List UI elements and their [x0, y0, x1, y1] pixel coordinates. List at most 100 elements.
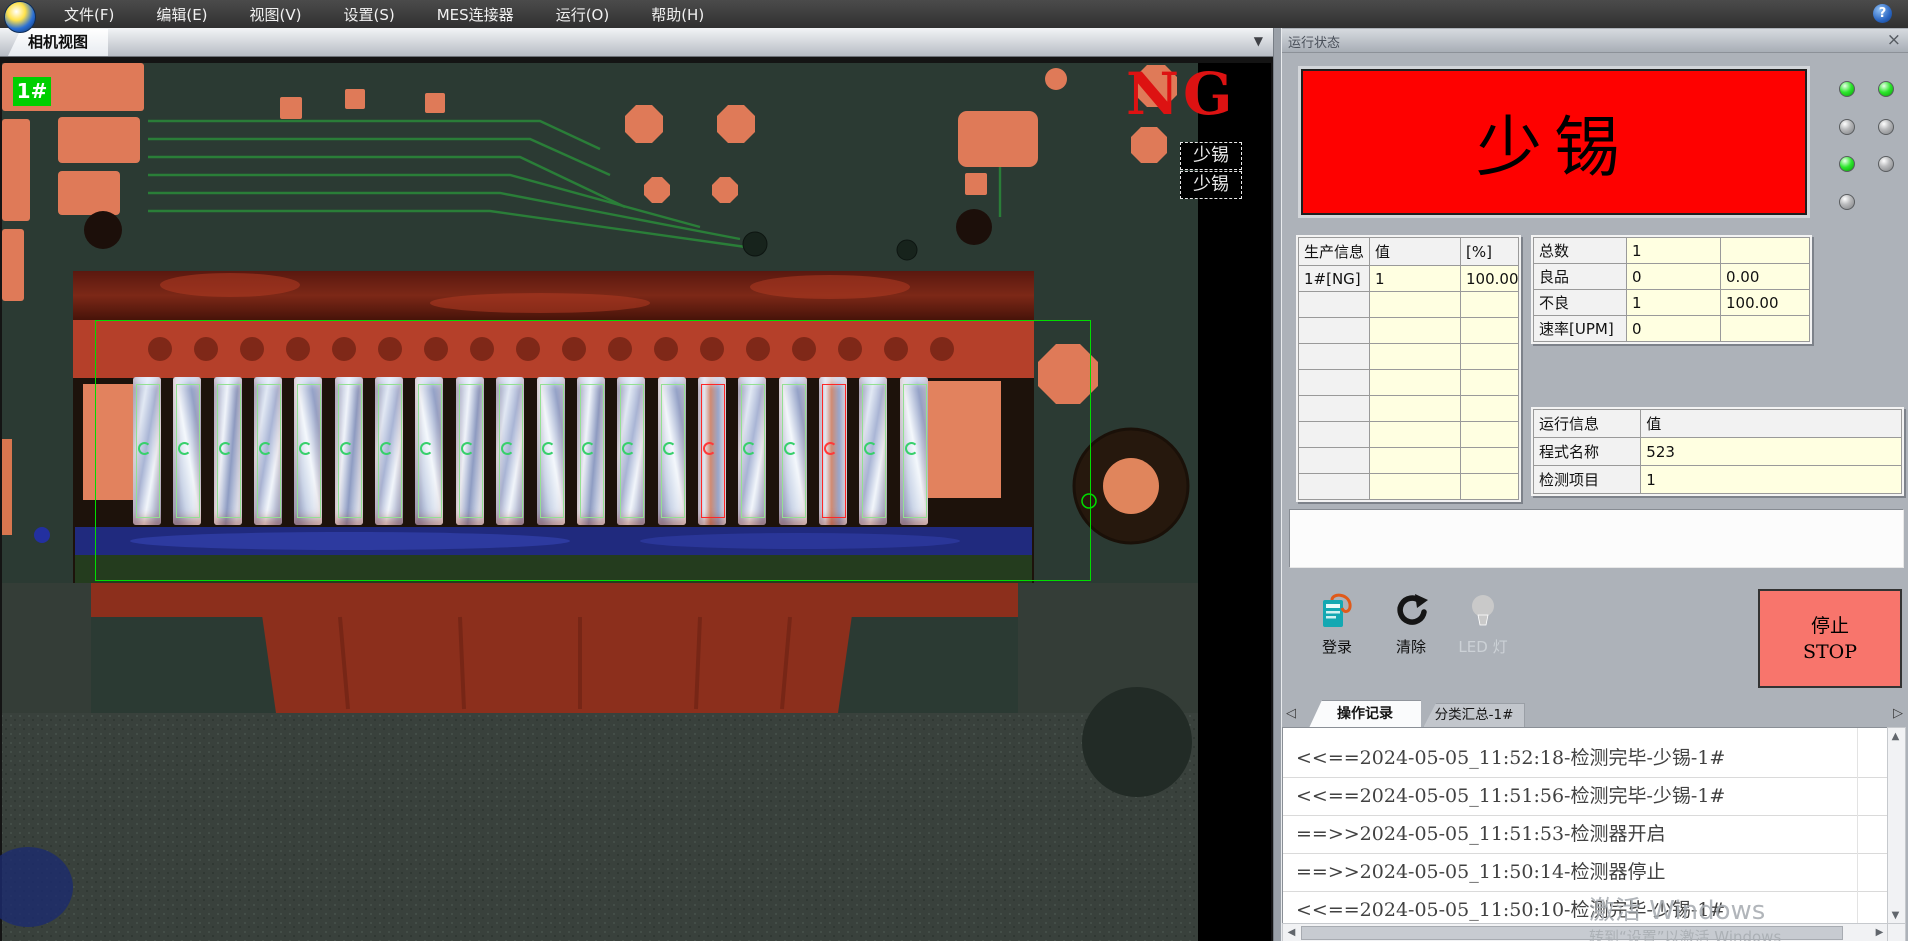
- table-row: [1299, 396, 1518, 421]
- table-cell: [1299, 344, 1369, 369]
- pad-marker-9: [461, 442, 474, 455]
- pad-marker-14: [663, 442, 676, 455]
- pad-marker-1: [138, 442, 151, 455]
- table-cell: [1370, 474, 1460, 499]
- table-row: [1299, 474, 1518, 499]
- log-tab-0[interactable]: 操作记录: [1309, 700, 1421, 728]
- panel-title-bar: 运行状态 ×: [1282, 29, 1908, 53]
- summary-count-table: 总数1良品00.00不良1100.00速率[UPM]0: [1531, 235, 1812, 344]
- table-row: 不良1100.00: [1534, 290, 1809, 315]
- log-entry: <<==2024-05-05_11:52:18-检测完毕-少锡-1#: [1283, 740, 1906, 778]
- table-row: 1#[NG]1100.00: [1299, 266, 1518, 291]
- application-window: 文件(F) 编辑(E) 视图(V) 设置(S) MES连接器 运行(O) 帮助(H) ? 相…: [0, 0, 1908, 941]
- help-icon[interactable]: ?: [1873, 4, 1892, 23]
- message-box[interactable]: [1289, 509, 1904, 568]
- camera-overlay-layer: 1# NG 少锡少锡: [0, 57, 1273, 941]
- table-row: [1299, 448, 1518, 473]
- run-info-table: 运行信息值程式名称523检测项目1: [1531, 407, 1904, 496]
- tab-scroll-left-icon[interactable]: ◁: [1286, 706, 1296, 721]
- table-row: 检测项目1: [1534, 466, 1901, 493]
- table-header-cell: 运行信息: [1534, 410, 1640, 437]
- toolbar-button-1[interactable]: 清除: [1373, 590, 1449, 657]
- table-cell: 0: [1627, 264, 1720, 289]
- table-cell: [1299, 318, 1369, 343]
- stop-button[interactable]: 停止 STOP: [1758, 589, 1902, 688]
- vertical-scrollbar[interactable]: ▲ ▼: [1887, 727, 1906, 925]
- table-cell: 良品: [1534, 264, 1626, 289]
- horizontal-scrollbar[interactable]: ◀ ▶: [1282, 923, 1889, 941]
- table-row: [1299, 370, 1518, 395]
- panel-title: 运行状态: [1288, 32, 1340, 51]
- scroll-left-icon[interactable]: ◀: [1284, 925, 1299, 940]
- table-cell: 1: [1627, 238, 1720, 263]
- table-cell: [1461, 292, 1518, 317]
- led-indicator-2-0: [1839, 156, 1855, 172]
- scroll-right-icon[interactable]: ▶: [1872, 925, 1887, 940]
- scroll-up-icon[interactable]: ▲: [1888, 729, 1903, 744]
- table-cell: [1370, 422, 1460, 447]
- table-cell: [1461, 344, 1518, 369]
- menu-item-5[interactable]: 运行(O): [550, 2, 616, 27]
- table-cell: [1299, 396, 1369, 421]
- table-header-row: 运行信息值: [1534, 410, 1901, 437]
- scroll-down-icon[interactable]: ▼: [1888, 908, 1903, 923]
- status-banner: 少锡: [1301, 69, 1807, 215]
- table-cell: [1461, 318, 1518, 343]
- menu-items: 文件(F) 编辑(E) 视图(V) 设置(S) MES连接器 运行(O) 帮助(H): [58, 2, 710, 27]
- table-cell: 100.00: [1721, 290, 1809, 315]
- table-row: 程式名称523: [1534, 438, 1901, 465]
- table-cell: [1370, 396, 1460, 421]
- camera-id-badge: 1#: [13, 77, 51, 106]
- table-cell: [1299, 474, 1369, 499]
- table-cell: 0.00: [1721, 264, 1809, 289]
- menu-item-3[interactable]: 设置(S): [338, 2, 401, 27]
- pad-marker-18: [824, 442, 837, 455]
- tab-camera-view[interactable]: 相机视图: [8, 29, 108, 56]
- pad-marker-4: [259, 442, 272, 455]
- table-cell: [1299, 448, 1369, 473]
- menu-item-0[interactable]: 文件(F): [58, 2, 120, 27]
- table-cell: 速率[UPM]: [1534, 316, 1626, 341]
- windows-activation-watermark: 激活 Windows: [1589, 890, 1765, 927]
- defect-tag-0: 少锡: [1180, 142, 1242, 170]
- pad-marker-20: [905, 442, 918, 455]
- table-header-cell: 生产信息: [1299, 238, 1369, 265]
- menu-item-2[interactable]: 视图(V): [244, 2, 308, 27]
- table-header-cell: [%]: [1461, 238, 1518, 265]
- chevron-down-icon[interactable]: ▼: [1254, 34, 1263, 48]
- table-cell: [1299, 292, 1369, 317]
- log-tab-1[interactable]: 分类汇总-1#: [1423, 703, 1525, 728]
- table-cell: [1370, 318, 1460, 343]
- toolbar-button-2[interactable]: LED 灯: [1445, 590, 1521, 657]
- table-cell: 检测项目: [1534, 466, 1640, 493]
- table-header-row: 生产信息值[%]: [1299, 238, 1518, 265]
- pad-marker-15: [703, 442, 716, 455]
- table-cell: [1370, 344, 1460, 369]
- table-cell: [1461, 422, 1518, 447]
- table-cell: [1721, 238, 1809, 263]
- camera-viewport[interactable]: 1# NG 少锡少锡: [0, 56, 1273, 941]
- table-cell: [1299, 370, 1369, 395]
- app-logo-icon: [4, 1, 36, 33]
- log-entry: <<==2024-05-05_11:51:56-检测完毕-少锡-1#: [1283, 778, 1906, 816]
- table-cell: 0: [1627, 316, 1720, 341]
- log-column-divider: [1857, 728, 1858, 924]
- led-indicator-0-1: [1878, 81, 1894, 97]
- close-icon[interactable]: ×: [1887, 30, 1901, 50]
- table-cell: 程式名称: [1534, 438, 1640, 465]
- camera-tab-strip: 相机视图 ▼: [0, 28, 1273, 57]
- tab-scroll-right-icon[interactable]: ▷: [1893, 706, 1903, 721]
- table-cell: 总数: [1534, 238, 1626, 263]
- led-indicator-3-0: [1839, 194, 1855, 210]
- table-cell: [1370, 448, 1460, 473]
- menu-item-6[interactable]: 帮助(H): [645, 2, 710, 27]
- toolbar-button-0[interactable]: 登录: [1299, 590, 1375, 657]
- pad-marker-7: [380, 442, 393, 455]
- led-indicator-0-0: [1839, 81, 1855, 97]
- id-badge-icon: [1299, 590, 1375, 632]
- table-header-cell: 值: [1370, 238, 1460, 265]
- log-entry: ==>>2024-05-05_11:51:53-检测器开启: [1283, 816, 1906, 854]
- menu-item-1[interactable]: 编辑(E): [150, 2, 213, 27]
- production-info-table: 生产信息值[%]1#[NG]1100.00: [1296, 235, 1521, 502]
- menu-item-4[interactable]: MES连接器: [431, 2, 520, 27]
